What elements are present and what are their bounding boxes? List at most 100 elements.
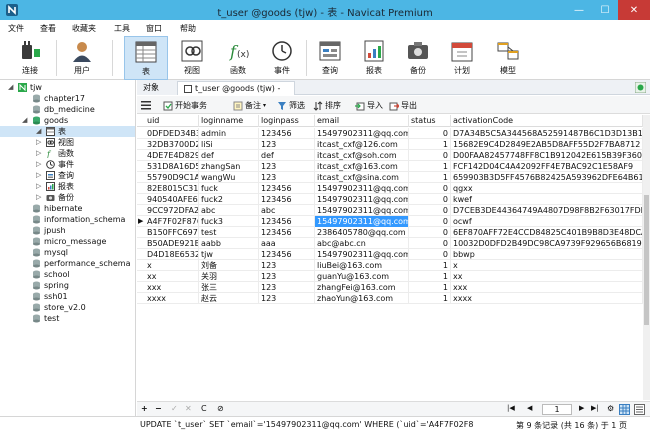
cell-email[interactable]: 2386405780@qq.com bbox=[315, 227, 409, 238]
cell-loginpass[interactable]: 123456 bbox=[259, 183, 315, 194]
cell-activationcode[interactable]: ocwf bbox=[451, 216, 643, 227]
cell-uid[interactable]: B50ADE921BF bbox=[145, 238, 199, 249]
close-button[interactable]: ✕ bbox=[618, 0, 650, 20]
cell-activationcode[interactable]: D7CEB3DE44364749A4807D98F8B2F63017FDF bbox=[451, 205, 643, 216]
minimize-button[interactable]: — bbox=[566, 0, 592, 20]
column-header-status[interactable]: status bbox=[409, 115, 451, 127]
table-row[interactable]: 0DFDED34B34admin12345615497902311@qq.com… bbox=[137, 128, 643, 139]
cell-loginname[interactable]: aabb bbox=[199, 238, 259, 249]
cell-email[interactable]: 15497902311@qq.com bbox=[315, 194, 409, 205]
column-header-uid[interactable]: uid bbox=[145, 115, 199, 127]
discard-changes-button[interactable]: ✕ bbox=[185, 404, 192, 413]
column-header-loginpass[interactable]: loginpass bbox=[259, 115, 315, 127]
cell-email[interactable]: itcast_cxf@sina.com bbox=[315, 172, 409, 183]
cell-status[interactable]: 0 bbox=[409, 249, 451, 260]
cell-activationcode[interactable]: 10032D0DFD2B49DC98CA9739F929656B6819B bbox=[451, 238, 643, 249]
expand-arrow-icon[interactable]: ▷ bbox=[36, 170, 44, 181]
cell-uid[interactable]: B150FFC6979 bbox=[145, 227, 199, 238]
cell-loginname[interactable]: liSi bbox=[199, 139, 259, 150]
column-header-email[interactable]: email bbox=[315, 115, 409, 127]
cell-status[interactable]: 0 bbox=[409, 227, 451, 238]
table-row[interactable]: 32DB3700D25liSi123itcast_cxf@126.com1156… bbox=[137, 139, 643, 150]
cell-activationcode[interactable]: FCF142D04C4A42092FF4E7BAC92C1E58AF9 bbox=[451, 161, 643, 172]
tree-db-chapter17[interactable]: chapter17 bbox=[0, 93, 135, 104]
connect-button[interactable]: 连接 bbox=[10, 36, 50, 80]
menu-icon[interactable] bbox=[141, 99, 151, 112]
cell-uid[interactable]: 82E8015C315 bbox=[145, 183, 199, 194]
expand-arrow-icon[interactable]: ▷ bbox=[36, 181, 44, 192]
cell-status[interactable]: 1 bbox=[409, 293, 451, 304]
cell-activationcode[interactable]: 659903B3D5FF4576B82425A593962DFE64B61 bbox=[451, 172, 643, 183]
form-view-icon[interactable] bbox=[634, 404, 645, 415]
cell-loginpass[interactable]: def bbox=[259, 150, 315, 161]
cell-activationcode[interactable]: xx bbox=[451, 271, 643, 282]
cell-loginname[interactable]: fuck bbox=[199, 183, 259, 194]
table-row[interactable]: 940540AFE6A fuck2 123456 15497902311@qq.com… bbox=[137, 194, 643, 205]
connection-status-icon[interactable] bbox=[635, 82, 646, 93]
report-button[interactable]: 报表 bbox=[354, 36, 394, 80]
tree-db-ssh01[interactable]: ssh01 bbox=[0, 291, 135, 302]
cell-loginpass[interactable]: 123456 bbox=[259, 249, 315, 260]
tree-db-school[interactable]: school bbox=[0, 269, 135, 280]
cell-uid[interactable]: x bbox=[145, 260, 199, 271]
add-record-button[interactable]: + bbox=[141, 404, 148, 413]
tree-connection-tjw[interactable]: ◢ tjw bbox=[0, 82, 135, 93]
cell-activationcode[interactable]: xxxx bbox=[451, 293, 643, 304]
cell-loginpass[interactable]: 123 bbox=[259, 282, 315, 293]
prev-page-button[interactable]: ◀ bbox=[527, 404, 532, 412]
schedule-button[interactable]: 计划 bbox=[442, 36, 482, 80]
table-row[interactable]: B50ADE921BF aabb aaa abc@abc.cn 0 10032D0DFD2… bbox=[137, 238, 643, 249]
tree-goods-child-5[interactable]: ▷ 报表 bbox=[0, 181, 135, 192]
page-number-input[interactable]: 1 bbox=[542, 404, 572, 415]
expand-arrow-icon[interactable]: ▷ bbox=[36, 148, 44, 159]
maximize-button[interactable]: ☐ bbox=[592, 0, 618, 20]
scrollbar-thumb[interactable] bbox=[644, 195, 649, 325]
cell-email[interactable]: 15497902311@qq.com bbox=[315, 249, 409, 260]
cell-status[interactable]: 0 bbox=[409, 238, 451, 249]
cell-loginpass[interactable]: aaa bbox=[259, 238, 315, 249]
cell-loginpass[interactable]: abc bbox=[259, 205, 315, 216]
query-button[interactable]: 查询 bbox=[310, 36, 350, 80]
memo-button[interactable]: 备注 ▾ bbox=[233, 99, 266, 112]
cell-loginname[interactable]: zhangSan bbox=[199, 161, 259, 172]
table-row[interactable]: x 刘备 123 liuBei@163.com 1 x bbox=[137, 260, 643, 271]
tree-db-goods[interactable]: ◢ goods bbox=[0, 115, 135, 126]
table-row[interactable]: ▶A4F7F02F8764fuck312345615497902311@qq.c… bbox=[137, 216, 643, 227]
cell-email[interactable]: liuBei@163.com bbox=[315, 260, 409, 271]
cell-activationcode[interactable]: bbwp bbox=[451, 249, 643, 260]
tree-db-test[interactable]: test bbox=[0, 313, 135, 324]
cell-status[interactable]: 0 bbox=[409, 205, 451, 216]
expand-arrow-icon[interactable]: ▷ bbox=[36, 192, 44, 203]
stop-button[interactable]: ⊘ bbox=[217, 404, 224, 413]
cell-status[interactable]: 1 bbox=[409, 260, 451, 271]
next-page-button[interactable]: ▶ bbox=[579, 404, 584, 412]
cell-email[interactable]: itcast_cxf@163.com bbox=[315, 161, 409, 172]
table-row[interactable]: xxx 张三 123 zhangFei@163.com 1 xxx bbox=[137, 282, 643, 293]
cell-status[interactable]: 0 bbox=[409, 150, 451, 161]
cell-loginname[interactable]: admin bbox=[199, 128, 259, 139]
cell-loginpass[interactable]: 123456 bbox=[259, 227, 315, 238]
table-row[interactable]: xx 关羽 123 guanYu@163.com 1 xx bbox=[137, 271, 643, 282]
cell-status[interactable]: 0 bbox=[409, 183, 451, 194]
expand-arrow-icon[interactable]: ▷ bbox=[36, 159, 44, 170]
user-button[interactable]: 用户 bbox=[62, 36, 102, 80]
refresh-button[interactable]: C bbox=[201, 404, 207, 413]
tree-db-store-v2-0[interactable]: store_v2.0 bbox=[0, 302, 135, 313]
tab-objects[interactable]: 对象 bbox=[137, 81, 177, 95]
tree-goods-child-2[interactable]: ▷ f 函数 bbox=[0, 148, 135, 159]
menu-view[interactable]: 查看 bbox=[40, 23, 56, 34]
cell-loginname[interactable]: wangWu bbox=[199, 172, 259, 183]
last-page-button[interactable]: ▶| bbox=[591, 404, 599, 412]
menu-file[interactable]: 文件 bbox=[8, 23, 24, 34]
cell-loginname[interactable]: abc bbox=[199, 205, 259, 216]
cell-loginpass[interactable]: 123 bbox=[259, 293, 315, 304]
tree-goods-child-1[interactable]: ▷ 视图 bbox=[0, 137, 135, 148]
grid-view-icon[interactable] bbox=[619, 404, 630, 415]
expand-arrow-icon[interactable]: ◢ bbox=[22, 115, 30, 126]
cell-loginpass[interactable]: 123456 bbox=[259, 128, 315, 139]
cell-loginpass[interactable]: 123 bbox=[259, 172, 315, 183]
cell-status[interactable]: 0 bbox=[409, 194, 451, 205]
import-button[interactable]: 导入 bbox=[355, 99, 383, 112]
tree-goods-child-6[interactable]: ▷ 备份 bbox=[0, 192, 135, 203]
cell-uid[interactable]: A4F7F02F8764 bbox=[145, 216, 199, 227]
